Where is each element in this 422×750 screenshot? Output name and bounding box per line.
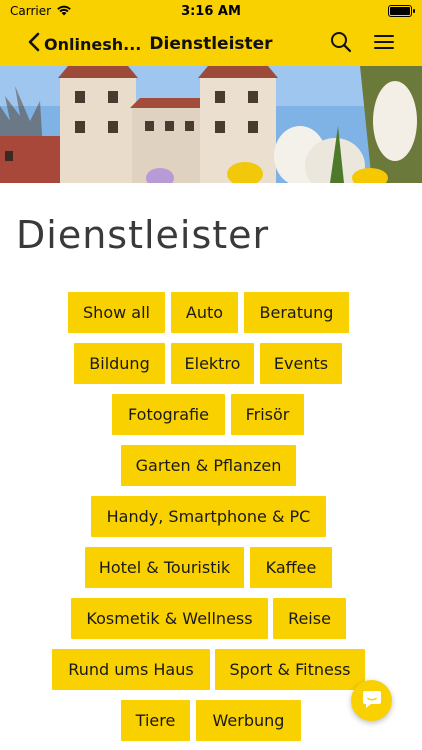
category-werbung-button[interactable]: Werbung (196, 700, 301, 741)
header-photo (0, 66, 422, 183)
category-hotel-touristik-button[interactable]: Hotel & Touristik (85, 547, 244, 588)
back-button-label: Onlinesh... (44, 34, 142, 54)
nav-title-text: Dienstleister (149, 34, 273, 54)
chat-bubble-icon (362, 689, 382, 713)
chevron-left-icon (28, 32, 40, 56)
page-title: Dienstleister (16, 213, 270, 257)
battery-icon (388, 5, 415, 17)
category-elektro-button[interactable]: Elektro (171, 343, 254, 384)
category-handy-smartphone-pc-button[interactable]: Handy, Smartphone & PC (91, 496, 326, 537)
category-reise-button[interactable]: Reise (273, 598, 346, 639)
wifi-icon (56, 4, 72, 19)
category-frisoer-button[interactable]: Frisör (231, 394, 304, 435)
category-auto-button[interactable]: Auto (171, 292, 238, 333)
category-kosmetik-wellness-button[interactable]: Kosmetik & Wellness (71, 598, 268, 639)
category-sport-fitness-button[interactable]: Sport & Fitness (215, 649, 365, 690)
back-button[interactable]: Onlinesh... (0, 22, 141, 66)
category-events-button[interactable]: Events (260, 343, 342, 384)
status-bar: Carrier 3:16 AM (0, 0, 422, 22)
category-garten-pflanzen-button[interactable]: Garten & Pflanzen (121, 445, 296, 486)
category-bildung-button[interactable]: Bildung (74, 343, 165, 384)
chat-button[interactable] (351, 680, 392, 721)
category-fotografie-button[interactable]: Fotografie (112, 394, 225, 435)
carrier-label: Carrier (10, 4, 52, 18)
category-tiere-button[interactable]: Tiere (121, 700, 190, 741)
category-beratung-button[interactable]: Beratung (244, 292, 349, 333)
category-kaffee-button[interactable]: Kaffee (250, 547, 332, 588)
search-icon[interactable] (330, 31, 352, 57)
category-show-all-button[interactable]: Show all (68, 292, 165, 333)
category-rund-ums-haus-button[interactable]: Rund ums Haus (52, 649, 210, 690)
nav-bar: Onlinesh... Dienstleister (0, 22, 422, 66)
hamburger-menu-icon[interactable] (374, 34, 394, 54)
